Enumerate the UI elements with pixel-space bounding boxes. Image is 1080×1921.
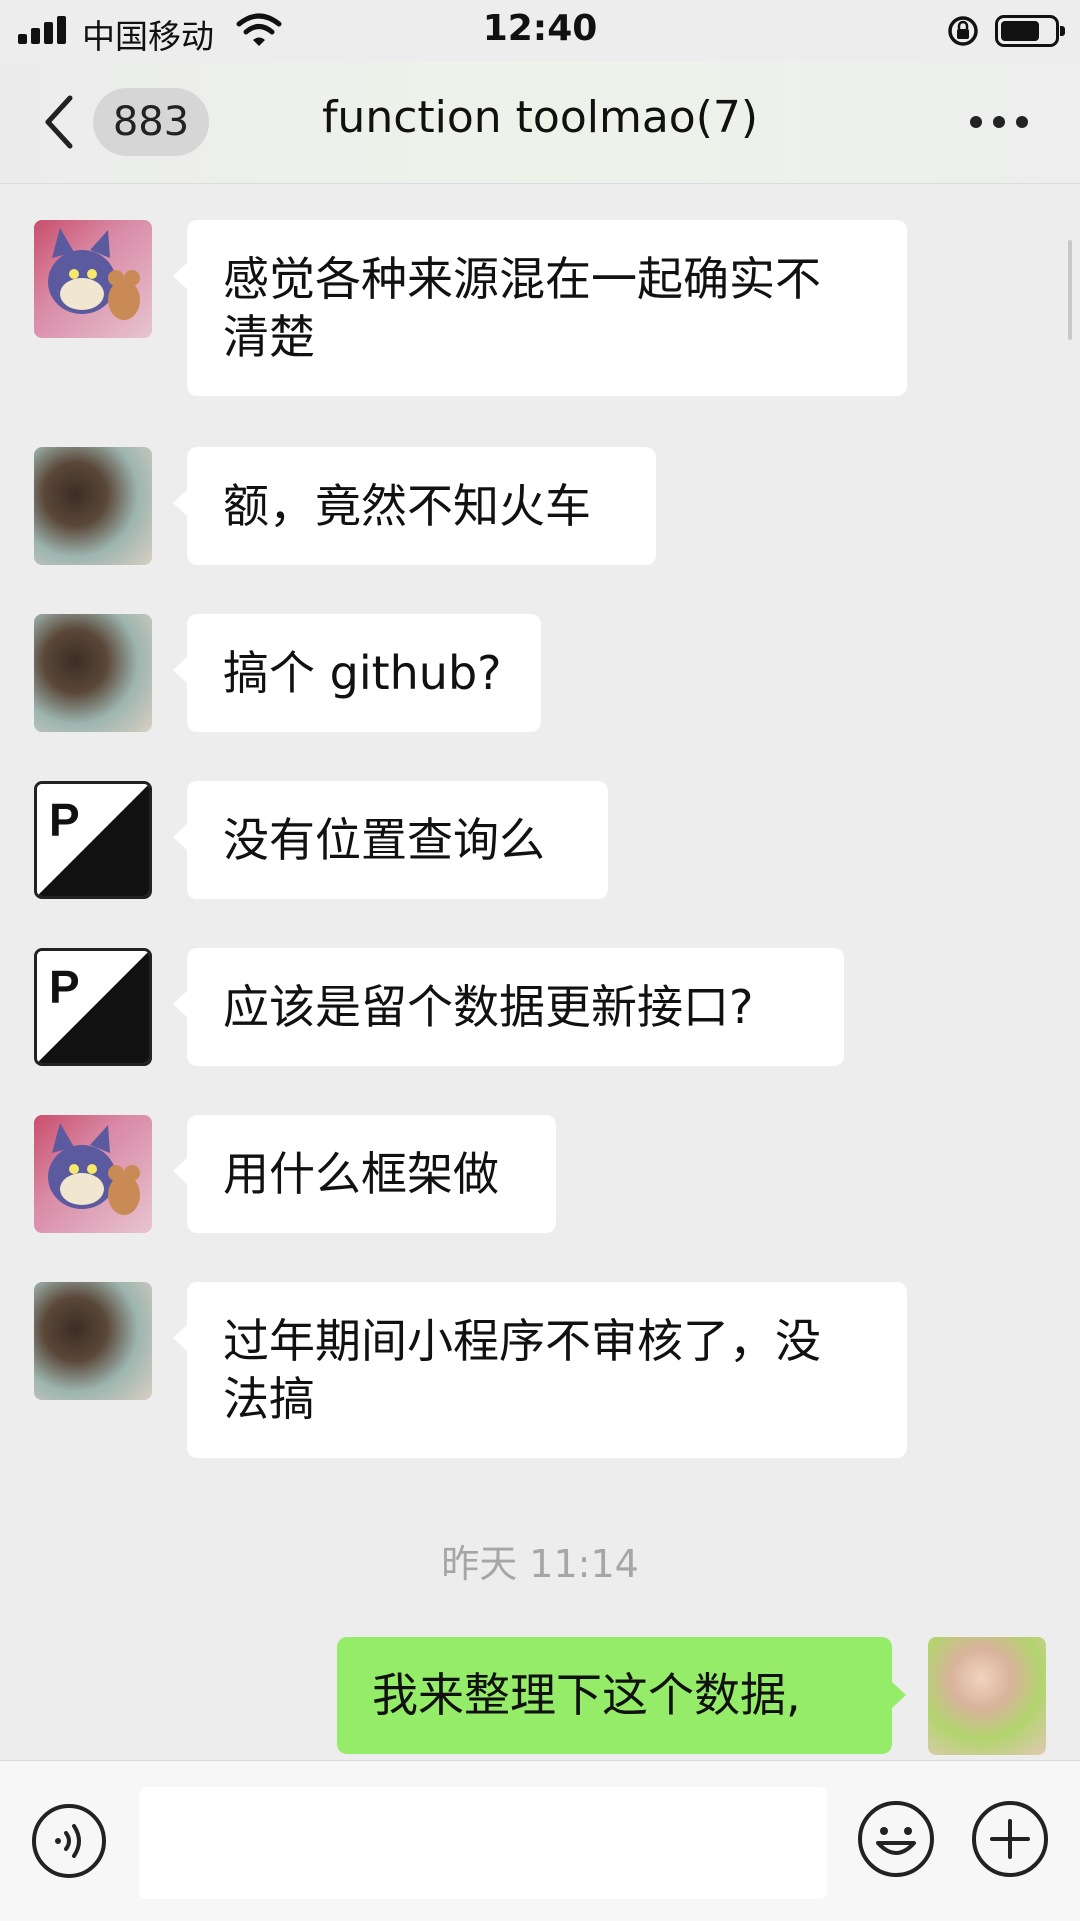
message-text: 感觉各种来源混在一起确实不 xyxy=(223,252,821,306)
message-bubble[interactable]: 搞个 github? xyxy=(173,614,541,732)
self-message-bubble[interactable]: 我来整理下这个数据, xyxy=(337,1637,906,1754)
child-photo-avatar[interactable] xyxy=(34,614,152,732)
px-logo-avatar[interactable]: P X xyxy=(34,781,152,899)
scrollbar[interactable] xyxy=(1068,240,1072,340)
child-photo-avatar[interactable] xyxy=(34,447,152,565)
message-input[interactable] xyxy=(139,1787,827,1899)
plus-icon[interactable] xyxy=(970,1799,1050,1879)
message-text: 没有位置查询么 xyxy=(223,813,545,867)
message-text: 法搞 xyxy=(223,1372,315,1426)
tom-and-jerry-avatar[interactable] xyxy=(34,1115,152,1233)
more-options-icon[interactable] xyxy=(970,116,1030,130)
chat-title: function toolmao(7) xyxy=(321,92,759,143)
message-bubble[interactable]: 额，竟然不知火车 xyxy=(173,447,656,565)
tom-and-jerry-avatar[interactable] xyxy=(34,220,152,338)
message-text: 应该是留个数据更新接口? xyxy=(223,980,754,1034)
message-text: 过年期间小程序不审核了，没 xyxy=(223,1314,821,1368)
timestamp: 昨天 11:14 xyxy=(441,1542,639,1586)
message-bubble[interactable]: 应该是留个数据更新接口? xyxy=(173,948,844,1066)
message-bubble[interactable]: 感觉各种来源混在一起确实不 清楚 xyxy=(173,220,907,396)
rotation-lock-icon xyxy=(948,16,978,46)
message-text: 搞个 github? xyxy=(223,646,502,700)
px-logo-p: P xyxy=(49,794,80,846)
battery-icon xyxy=(995,15,1065,47)
message-text: 清楚 xyxy=(223,310,315,364)
message-text: 用什么框架做 xyxy=(223,1147,499,1201)
voice-input-icon[interactable] xyxy=(31,1803,107,1879)
emoji-icon[interactable] xyxy=(856,1799,936,1879)
px-logo-avatar[interactable]: P X xyxy=(34,948,152,1066)
px-logo-p: P xyxy=(49,961,80,1013)
input-bar xyxy=(0,1760,1080,1921)
px-logo-x: X xyxy=(95,1009,126,1061)
status-bar: 中国移动 12:40 xyxy=(0,0,1080,62)
status-time: 12:40 xyxy=(482,8,598,49)
message-bubble[interactable]: 过年期间小程序不审核了，没 法搞 xyxy=(173,1282,907,1458)
chat-header: 883 function toolmao(7) xyxy=(0,62,1080,184)
message-bubble[interactable]: 用什么框架做 xyxy=(173,1115,556,1233)
baby-photo-avatar[interactable] xyxy=(928,1637,1046,1755)
message-text: 额，竟然不知火车 xyxy=(223,479,591,533)
child-photo-avatar[interactable] xyxy=(34,1282,152,1400)
px-logo-x: X xyxy=(95,842,126,894)
message-text: 我来整理下这个数据, xyxy=(372,1668,801,1722)
message-bubble[interactable]: 没有位置查询么 xyxy=(173,781,608,899)
